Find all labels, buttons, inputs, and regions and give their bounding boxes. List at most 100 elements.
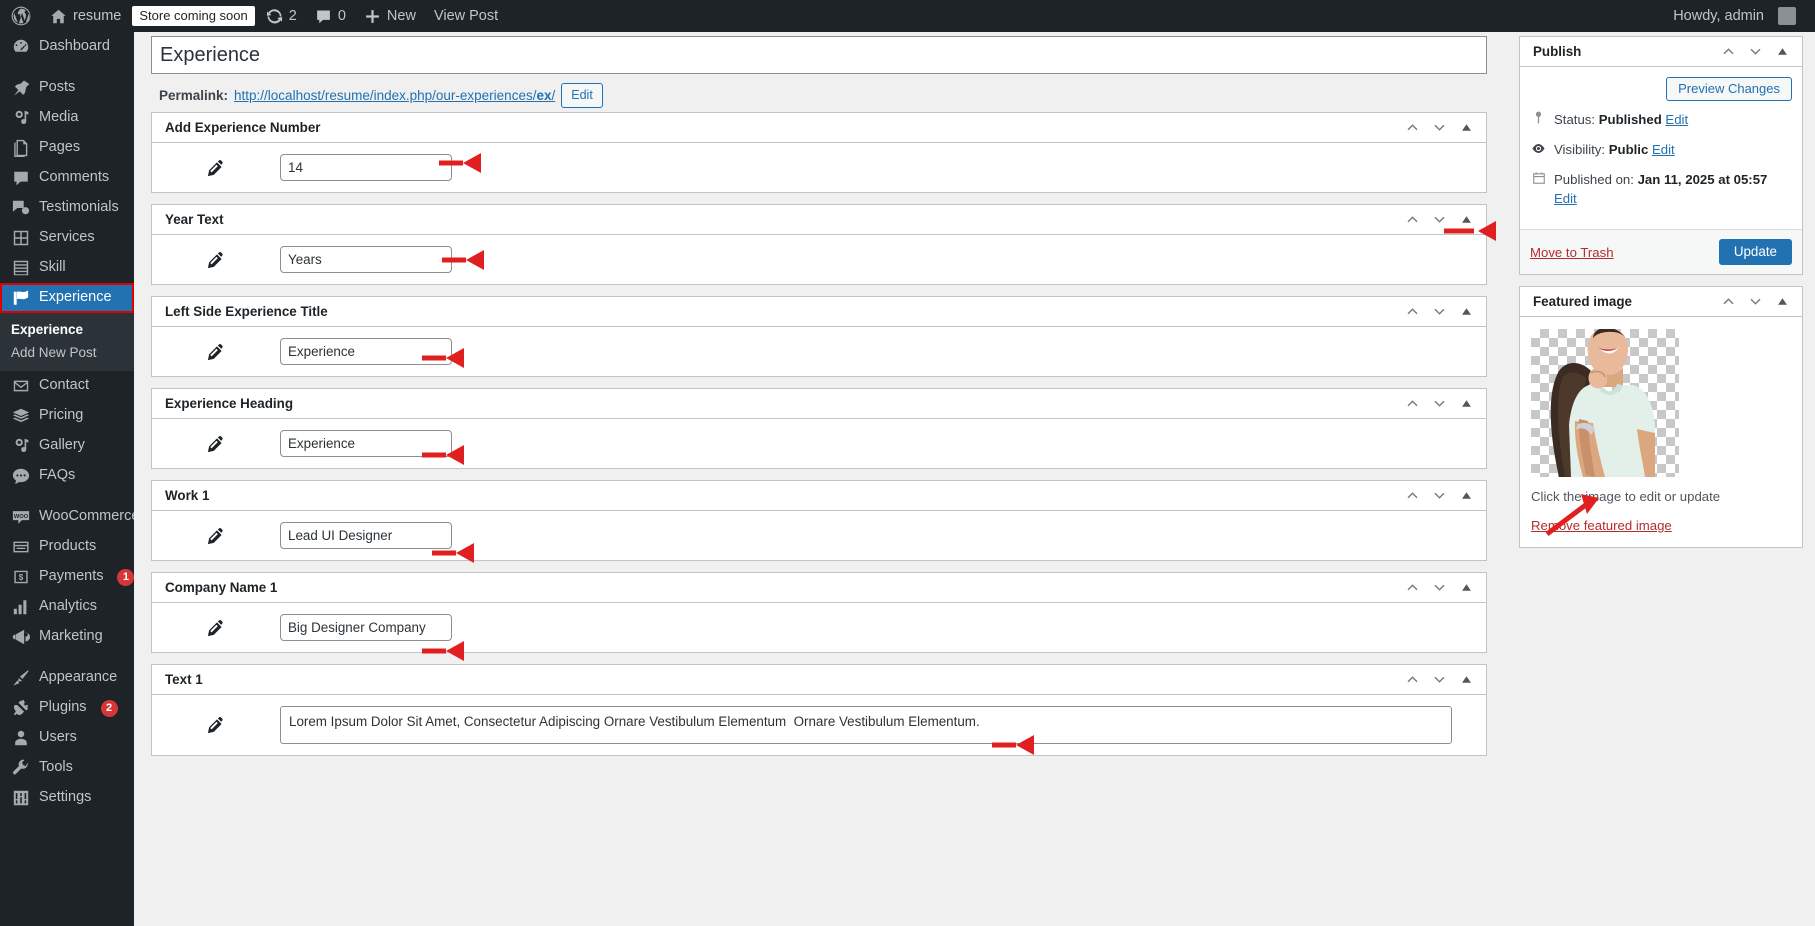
metabox-input[interactable] bbox=[280, 430, 452, 457]
sidebar-item-payments[interactable]: $ Payments 1 bbox=[0, 562, 134, 592]
move-down-icon[interactable] bbox=[1426, 113, 1453, 143]
sidebar-item-tools[interactable]: Tools bbox=[0, 753, 134, 783]
permalink-link[interactable]: http://localhost/resume/index.php/our-ex… bbox=[234, 88, 555, 103]
toggle-panel-icon[interactable] bbox=[1453, 481, 1480, 511]
metabox-title: Experience Heading bbox=[165, 395, 294, 411]
move-to-trash-link[interactable]: Move to Trash bbox=[1530, 245, 1614, 260]
permalink-slug: ex bbox=[536, 88, 552, 103]
metabox-input[interactable] bbox=[280, 338, 452, 365]
toggle-panel-icon[interactable] bbox=[1769, 287, 1796, 317]
visibility-edit-link[interactable]: Edit bbox=[1652, 142, 1675, 157]
metabox-handle-actions bbox=[1399, 113, 1486, 143]
view-post-button[interactable]: View Post bbox=[425, 0, 507, 32]
sidebar-item-label: Dashboard bbox=[39, 38, 110, 55]
published-on-edit-link[interactable]: Edit bbox=[1554, 191, 1577, 206]
sidebar-item-pricing[interactable]: Pricing bbox=[0, 401, 134, 431]
move-up-icon[interactable] bbox=[1399, 297, 1426, 327]
megaphone-icon bbox=[11, 628, 30, 647]
metabox-title: Text 1 bbox=[165, 671, 203, 687]
metabox-header: Text 1 bbox=[152, 665, 1486, 695]
move-down-icon[interactable] bbox=[1426, 573, 1453, 603]
move-up-icon[interactable] bbox=[1399, 113, 1426, 143]
sidebar-item-products[interactable]: Products bbox=[0, 532, 134, 562]
preview-changes-button[interactable]: Preview Changes bbox=[1666, 77, 1792, 101]
sidebar-item-faqs[interactable]: FAQs bbox=[0, 461, 134, 491]
featured-image-body: Click the image to edit or update Remove… bbox=[1520, 317, 1802, 547]
sidebar-item-settings[interactable]: Settings bbox=[0, 783, 134, 813]
sidebar-item-appearance[interactable]: Appearance bbox=[0, 663, 134, 693]
toggle-panel-icon[interactable] bbox=[1453, 205, 1480, 235]
sidebar-item-label: Settings bbox=[39, 789, 92, 806]
sidebar-item-pages[interactable]: Pages bbox=[0, 133, 134, 163]
sidebar-item-marketing[interactable]: Marketing bbox=[0, 622, 134, 652]
submenu-item-add-new-post[interactable]: Add New Post bbox=[0, 341, 134, 364]
move-down-icon[interactable] bbox=[1426, 665, 1453, 695]
metabox-title: Add Experience Number bbox=[165, 119, 321, 135]
sidebar-item-dashboard[interactable]: Dashboard bbox=[0, 32, 134, 62]
move-up-icon[interactable] bbox=[1715, 37, 1742, 67]
submenu-item-experience[interactable]: Experience bbox=[0, 318, 134, 341]
sidebar-item-analytics[interactable]: Analytics bbox=[0, 592, 134, 622]
sidebar-item-users[interactable]: Users bbox=[0, 723, 134, 753]
move-down-icon[interactable] bbox=[1426, 389, 1453, 419]
metabox-input[interactable] bbox=[280, 246, 452, 273]
toggle-panel-icon[interactable] bbox=[1453, 113, 1480, 143]
metabox-textarea[interactable] bbox=[280, 706, 1452, 744]
sidebar-item-skill[interactable]: Skill bbox=[0, 253, 134, 283]
sidebar-item-label: Comments bbox=[39, 169, 110, 186]
remove-featured-image-link[interactable]: Remove featured image bbox=[1531, 518, 1791, 533]
move-down-icon[interactable] bbox=[1426, 205, 1453, 235]
metabox-field-row bbox=[152, 246, 1474, 273]
move-down-icon[interactable] bbox=[1742, 287, 1769, 317]
move-up-icon[interactable] bbox=[1715, 287, 1742, 317]
move-up-icon[interactable] bbox=[1399, 481, 1426, 511]
sidebar-item-testimonials[interactable]: Testimonials bbox=[0, 193, 134, 223]
new-content-button[interactable]: New bbox=[355, 0, 425, 32]
woocommerce-icon: WOO bbox=[11, 508, 30, 527]
toggle-panel-icon[interactable] bbox=[1453, 297, 1480, 327]
howdy-label: Howdy, admin bbox=[1673, 8, 1764, 24]
sidebar-item-woocommerce[interactable]: WOO WooCommerce bbox=[0, 502, 134, 532]
move-up-icon[interactable] bbox=[1399, 389, 1426, 419]
metabox-input[interactable] bbox=[280, 154, 452, 181]
metabox-body bbox=[152, 419, 1486, 468]
plus-icon bbox=[364, 8, 381, 25]
sidebar-item-experience[interactable]: Experience bbox=[0, 283, 134, 313]
metabox-header: Left Side Experience Title bbox=[152, 297, 1486, 327]
move-up-icon[interactable] bbox=[1399, 573, 1426, 603]
sidebar-item-gallery[interactable]: Gallery bbox=[0, 431, 134, 461]
sidebar-item-services[interactable]: Services bbox=[0, 223, 134, 253]
status-value: Published bbox=[1598, 112, 1662, 127]
store-coming-soon-badge[interactable]: Store coming soon bbox=[132, 5, 255, 27]
sidebar-item-comments[interactable]: Comments bbox=[0, 163, 134, 193]
metabox-input[interactable] bbox=[280, 614, 452, 641]
toggle-panel-icon[interactable] bbox=[1769, 37, 1796, 67]
move-up-icon[interactable] bbox=[1399, 205, 1426, 235]
move-down-icon[interactable] bbox=[1742, 37, 1769, 67]
update-button[interactable]: Update bbox=[1718, 239, 1792, 266]
toggle-panel-icon[interactable] bbox=[1453, 573, 1480, 603]
post-title-input[interactable] bbox=[151, 36, 1487, 74]
move-up-icon[interactable] bbox=[1399, 665, 1426, 695]
wordpress-logo-icon bbox=[11, 6, 31, 26]
account-menu-button[interactable]: Howdy, admin bbox=[1664, 0, 1805, 32]
metabox-handle-actions bbox=[1399, 205, 1486, 235]
sidebar-item-plugins[interactable]: Plugins 2 bbox=[0, 693, 134, 723]
featured-image-thumbnail[interactable] bbox=[1531, 329, 1679, 478]
status-edit-link[interactable]: Edit bbox=[1665, 112, 1688, 127]
toggle-panel-icon[interactable] bbox=[1453, 665, 1480, 695]
move-down-icon[interactable] bbox=[1426, 297, 1453, 327]
sidebar-item-posts[interactable]: Posts bbox=[0, 73, 134, 103]
site-name-button[interactable]: resume bbox=[41, 0, 130, 32]
metabox-field-row bbox=[152, 430, 1474, 457]
metabox-input[interactable] bbox=[280, 522, 452, 549]
wordpress-logo-button[interactable] bbox=[0, 0, 41, 32]
move-down-icon[interactable] bbox=[1426, 481, 1453, 511]
edit-permalink-button[interactable]: Edit bbox=[561, 83, 603, 108]
sidebar-item-contact[interactable]: Contact bbox=[0, 371, 134, 401]
updates-button[interactable]: 2 bbox=[257, 0, 306, 32]
toggle-panel-icon[interactable] bbox=[1453, 389, 1480, 419]
sidebar-item-media[interactable]: Media bbox=[0, 103, 134, 133]
comments-button[interactable]: 0 bbox=[306, 0, 355, 32]
metabox-field-row bbox=[152, 154, 1474, 181]
